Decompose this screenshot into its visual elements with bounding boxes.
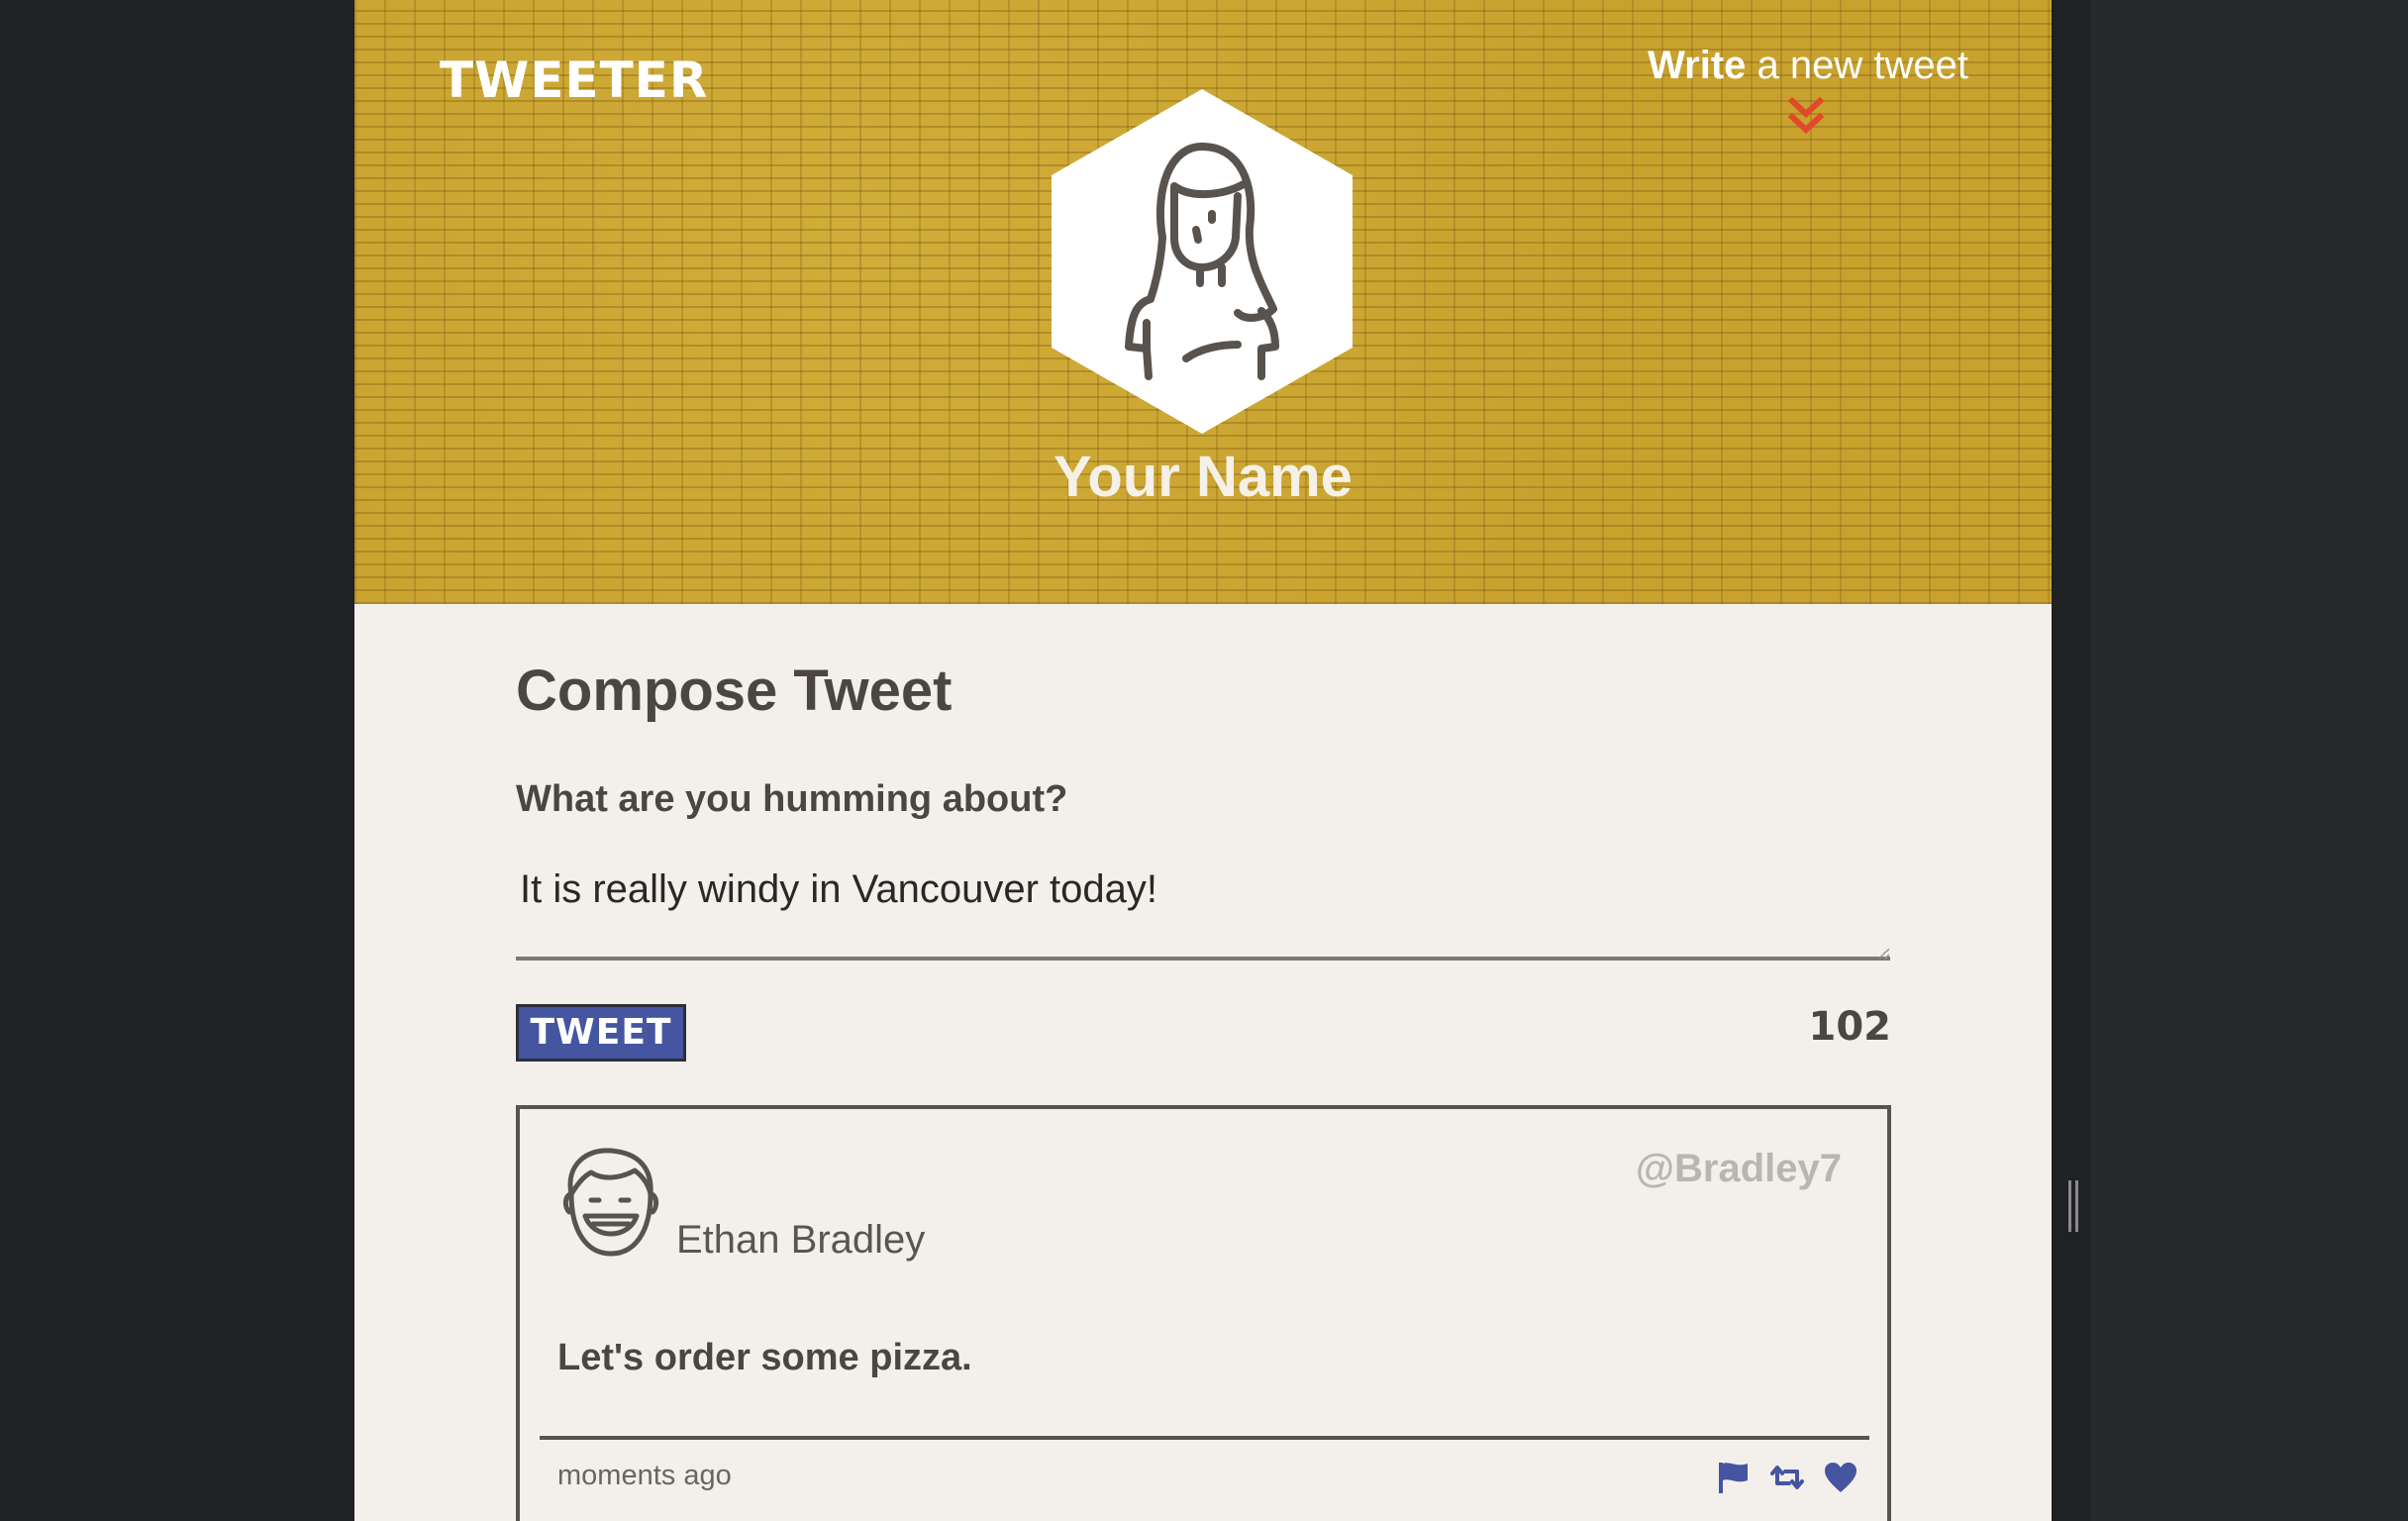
tweet-submit-button[interactable]: TWEET xyxy=(516,1004,686,1062)
write-link-bold: Write xyxy=(1648,44,1747,87)
tweet-author-avatar-icon xyxy=(562,1148,659,1257)
user-avatar-icon xyxy=(1052,89,1353,434)
tweet-body-text: Let's order some pizza. xyxy=(557,1337,972,1378)
panel-resize-handle[interactable] xyxy=(2068,1180,2078,1232)
tweet-divider xyxy=(540,1436,1869,1440)
character-counter: 102 xyxy=(1808,1004,1892,1050)
tweet-author-handle[interactable]: @Bradley7 xyxy=(1636,1147,1842,1191)
brand-logo[interactable]: TWEETER xyxy=(440,51,708,109)
write-link-rest: a new tweet xyxy=(1746,44,1968,87)
compose-title: Compose Tweet xyxy=(516,659,953,723)
profile-user-name: Your Name xyxy=(1054,445,1353,509)
heart-icon[interactable] xyxy=(1823,1460,1858,1495)
flag-icon[interactable] xyxy=(1716,1460,1752,1495)
double-chevron-down-icon[interactable] xyxy=(1786,97,1826,139)
retweet-icon[interactable] xyxy=(1769,1460,1805,1495)
right-panel xyxy=(2091,0,2408,1521)
compose-prompt-label: What are you humming about? xyxy=(516,778,1068,820)
tweeter-page: TWEETER Write a new tweet Your Name Comp… xyxy=(354,0,2052,1521)
profile-header: TWEETER Write a new tweet Your Name xyxy=(354,0,2052,604)
tweet-author-name: Ethan Bradley xyxy=(676,1218,926,1262)
tweet-card: Ethan Bradley @Bradley7 Let's order some… xyxy=(516,1105,1891,1521)
textarea-resize-grip[interactable] xyxy=(1879,949,1889,959)
tweet-timestamp: moments ago xyxy=(557,1460,732,1491)
tweet-text-input[interactable] xyxy=(516,850,1890,961)
write-new-tweet-link[interactable]: Write a new tweet xyxy=(1648,44,1968,88)
